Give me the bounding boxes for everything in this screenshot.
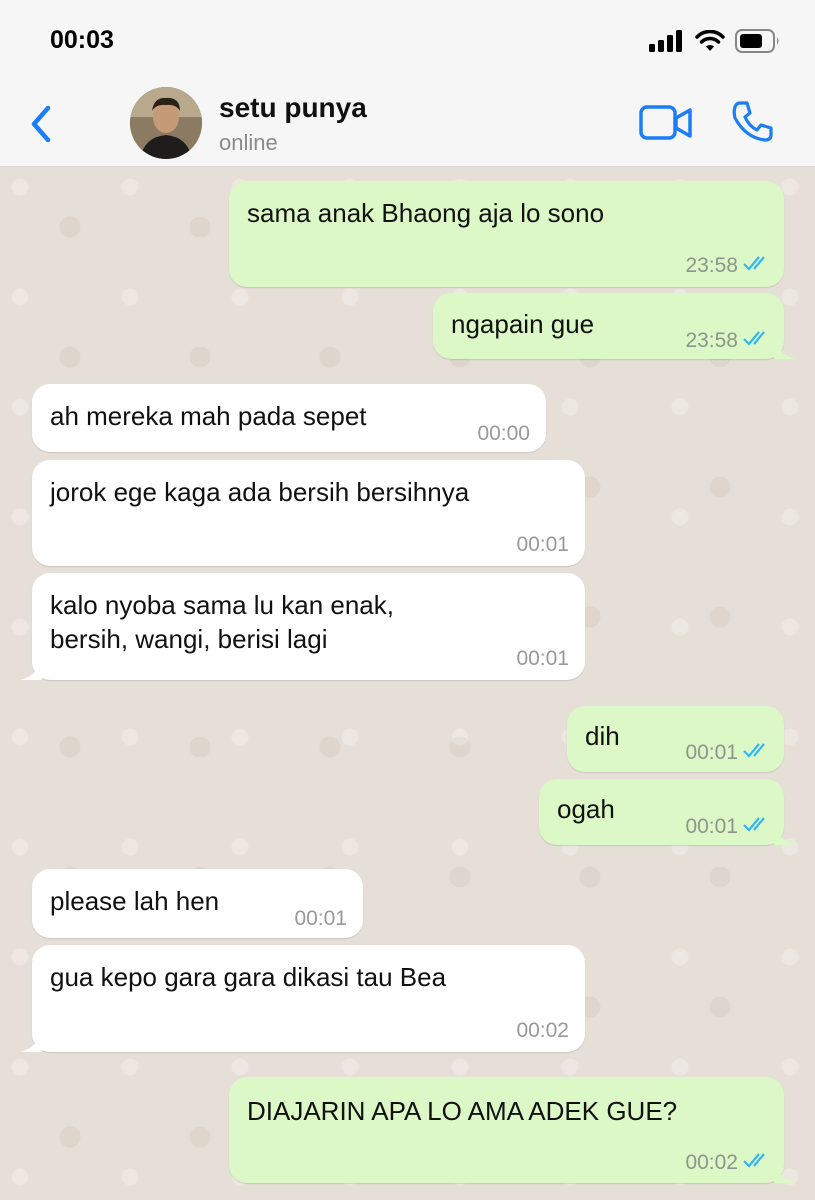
back-button[interactable] bbox=[22, 102, 62, 146]
chat-header: setu punya online bbox=[0, 80, 815, 167]
read-receipt-icon bbox=[743, 1153, 765, 1168]
message-time: 00:02 bbox=[685, 1151, 738, 1174]
message-bubble-incoming[interactable]: ah mereka mah pada sepet 00:00 bbox=[32, 384, 546, 452]
message-time: 00:01 bbox=[685, 741, 738, 764]
status-time: 00:03 bbox=[50, 26, 114, 54]
video-call-button[interactable] bbox=[638, 102, 694, 144]
battery-icon bbox=[735, 29, 779, 53]
message-time: 00:00 bbox=[477, 422, 530, 445]
contact-name[interactable]: setu punya bbox=[219, 92, 367, 124]
message-bubble-outgoing[interactable]: dih 00:01 bbox=[567, 706, 784, 772]
message-time: 23:58 bbox=[685, 329, 738, 352]
message-bubble-outgoing[interactable]: DIAJARIN APA LO AMA ADEK GUE? 00:02 bbox=[229, 1077, 796, 1183]
read-receipt-icon bbox=[743, 256, 765, 271]
chat-area[interactable]: sama anak Bhaong aja lo sono 23:58 ngapa… bbox=[0, 167, 815, 1200]
message-text: sama anak Bhaong aja lo sono bbox=[247, 198, 605, 228]
message-bubble-outgoing[interactable]: sama anak Bhaong aja lo sono 23:58 bbox=[229, 181, 784, 287]
message-text: kalo nyoba sama lu kan enak, bersih, wan… bbox=[50, 590, 394, 654]
message-time: 00:01 bbox=[294, 907, 347, 930]
message-bubble-incoming[interactable]: jorok ege kaga ada bersih bersihnya 00:0… bbox=[32, 460, 585, 566]
message-time: 00:01 bbox=[685, 815, 738, 838]
message-bubble-incoming[interactable]: kalo nyoba sama lu kan enak, bersih, wan… bbox=[20, 573, 585, 680]
contact-status: online bbox=[219, 130, 278, 155]
status-icons bbox=[649, 28, 781, 54]
avatar-image bbox=[130, 87, 202, 159]
signal-icon bbox=[649, 30, 682, 52]
status-bar: 00:03 bbox=[0, 0, 815, 80]
message-text: ngapain gue bbox=[451, 309, 595, 339]
message-text: ogah bbox=[557, 794, 615, 824]
message-bubble-outgoing[interactable]: ogah 00:01 bbox=[539, 779, 796, 845]
message-time: 00:01 bbox=[516, 647, 569, 670]
message-text: please lah hen bbox=[50, 886, 220, 916]
message-time: 23:58 bbox=[685, 254, 738, 277]
message-bubble-incoming[interactable]: please lah hen 00:01 bbox=[32, 869, 363, 938]
read-receipt-icon bbox=[743, 817, 765, 832]
bubble-tail bbox=[774, 1161, 796, 1183]
bubble-tail bbox=[774, 337, 796, 359]
message-text: gua kepo gara gara dikasi tau Bea bbox=[50, 962, 447, 992]
message-time: 00:02 bbox=[516, 1019, 569, 1042]
message-bubble-outgoing[interactable]: ngapain gue 23:58 bbox=[433, 293, 796, 359]
message-text: jorok ege kaga ada bersih bersihnya bbox=[50, 477, 470, 507]
bubble-tail bbox=[20, 658, 42, 680]
wifi-icon bbox=[695, 30, 725, 51]
message-text: dih bbox=[585, 721, 620, 751]
avatar[interactable] bbox=[130, 87, 202, 159]
read-receipt-icon bbox=[743, 331, 765, 346]
read-receipt-icon bbox=[743, 743, 765, 758]
voice-call-button[interactable] bbox=[728, 98, 776, 146]
message-text: DIAJARIN APA LO AMA ADEK GUE? bbox=[247, 1096, 678, 1126]
message-bubble-incoming[interactable]: gua kepo gara gara dikasi tau Bea 00:02 bbox=[20, 945, 585, 1052]
bubble-tail bbox=[774, 823, 796, 845]
message-text: ah mereka mah pada sepet bbox=[50, 401, 367, 431]
message-time: 00:01 bbox=[516, 533, 569, 556]
bubble-tail bbox=[20, 1030, 42, 1052]
